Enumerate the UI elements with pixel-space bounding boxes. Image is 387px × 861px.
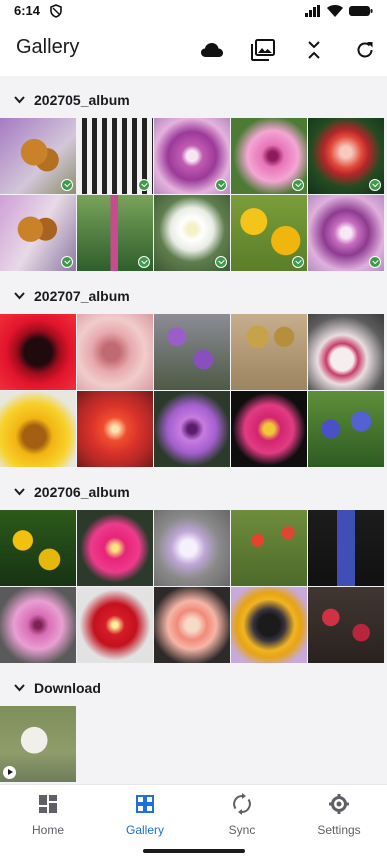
photo-thumbnail[interactable] <box>154 195 230 271</box>
synced-badge <box>215 179 227 191</box>
home-grid-icon <box>39 795 57 813</box>
photo-thumbnail[interactable] <box>231 314 307 390</box>
photo-thumbnail[interactable] <box>231 391 307 467</box>
photo-thumbnail[interactable] <box>231 510 307 586</box>
synced-badge <box>138 179 150 191</box>
status-time: 6:14 <box>14 3 41 18</box>
home-indicator[interactable] <box>143 849 245 853</box>
album-title: 202705_album <box>34 92 130 108</box>
photo-thumbnail[interactable] <box>77 314 153 390</box>
sync-icon <box>233 793 251 815</box>
synced-badge <box>369 256 381 268</box>
photo-thumbnail[interactable] <box>231 195 307 271</box>
photo-thumbnail[interactable] <box>231 118 307 194</box>
gallery-content[interactable]: 202705_album 202707_album 202706_album D… <box>0 76 387 784</box>
photo-grid <box>0 706 387 782</box>
synced-badge <box>292 179 304 191</box>
photo-thumbnail[interactable] <box>0 391 76 467</box>
refresh-icon <box>357 42 373 58</box>
nav-settings-label: Settings <box>317 823 361 837</box>
cloud-button[interactable] <box>198 36 226 64</box>
chevron-down-icon <box>14 684 25 692</box>
synced-badge <box>292 256 304 268</box>
album-header[interactable]: 202705_album <box>0 80 387 122</box>
photo-thumbnail[interactable] <box>308 195 384 271</box>
photo-thumbnail[interactable] <box>154 510 230 586</box>
album-header[interactable]: 202707_album <box>0 276 387 318</box>
photo-thumbnail[interactable] <box>0 587 76 663</box>
shield-icon <box>50 4 62 18</box>
photo-thumbnail[interactable] <box>231 587 307 663</box>
photo-thumbnail[interactable] <box>308 587 384 663</box>
battery-icon <box>349 6 373 16</box>
photo-thumbnail[interactable] <box>0 195 76 271</box>
page-title: Gallery <box>16 36 80 58</box>
nav-home-label: Home <box>31 823 64 837</box>
synced-badge <box>215 256 227 268</box>
photo-thumbnail[interactable] <box>77 118 153 194</box>
photo-grid <box>0 510 387 663</box>
album-title: 202707_album <box>34 288 130 304</box>
photo-thumbnail[interactable] <box>308 510 384 586</box>
refresh-button[interactable] <box>351 36 379 64</box>
nav-gallery-label: Gallery <box>125 823 164 837</box>
play-icon <box>3 766 16 779</box>
photo-thumbnail[interactable] <box>154 391 230 467</box>
chevron-down-icon <box>14 292 25 300</box>
chevron-down-icon <box>14 488 25 496</box>
photo-thumbnail[interactable] <box>308 118 384 194</box>
photo-grid <box>0 118 387 271</box>
album-header[interactable]: Download <box>0 668 387 710</box>
chevron-down-icon <box>14 96 25 104</box>
nav-home[interactable]: Home <box>0 793 96 839</box>
nav-settings[interactable]: Settings <box>291 793 387 839</box>
photo-library-button[interactable] <box>249 36 277 64</box>
synced-badge <box>369 179 381 191</box>
photo-thumbnail[interactable] <box>308 391 384 467</box>
video-thumbnail[interactable] <box>0 706 76 782</box>
synced-badge <box>61 256 73 268</box>
nav-sync[interactable]: Sync <box>194 793 290 839</box>
photo-thumbnail[interactable] <box>77 195 153 271</box>
collapse-button[interactable] <box>300 36 328 64</box>
status-icons <box>305 3 373 19</box>
photo-thumbnail[interactable] <box>154 587 230 663</box>
photo-library-icon <box>251 39 275 61</box>
collapse-icon <box>308 41 320 59</box>
synced-badge <box>61 179 73 191</box>
nav-gallery[interactable]: Gallery <box>97 793 193 839</box>
wifi-icon <box>327 5 343 17</box>
photo-thumbnail[interactable] <box>0 510 76 586</box>
synced-badge <box>138 256 150 268</box>
photo-thumbnail[interactable] <box>0 118 76 194</box>
photo-grid <box>0 314 387 467</box>
photo-thumbnail[interactable] <box>154 314 230 390</box>
album-title: 202706_album <box>34 484 130 500</box>
album-header[interactable]: 202706_album <box>0 472 387 514</box>
photo-thumbnail[interactable] <box>0 314 76 390</box>
photo-thumbnail[interactable] <box>154 118 230 194</box>
album-title: Download <box>34 680 101 696</box>
nav-sync-label: Sync <box>228 823 256 837</box>
cloud-icon <box>201 43 223 57</box>
signal-icon <box>305 5 320 17</box>
photo-thumbnail[interactable] <box>77 391 153 467</box>
status-bar: 6:14 <box>0 0 387 24</box>
photo-thumbnail[interactable] <box>77 587 153 663</box>
app-bar: Gallery <box>0 24 387 76</box>
settings-gear-icon <box>329 794 349 814</box>
gallery-grid-icon <box>136 795 154 813</box>
photo-thumbnail[interactable] <box>308 314 384 390</box>
photo-thumbnail[interactable] <box>77 510 153 586</box>
